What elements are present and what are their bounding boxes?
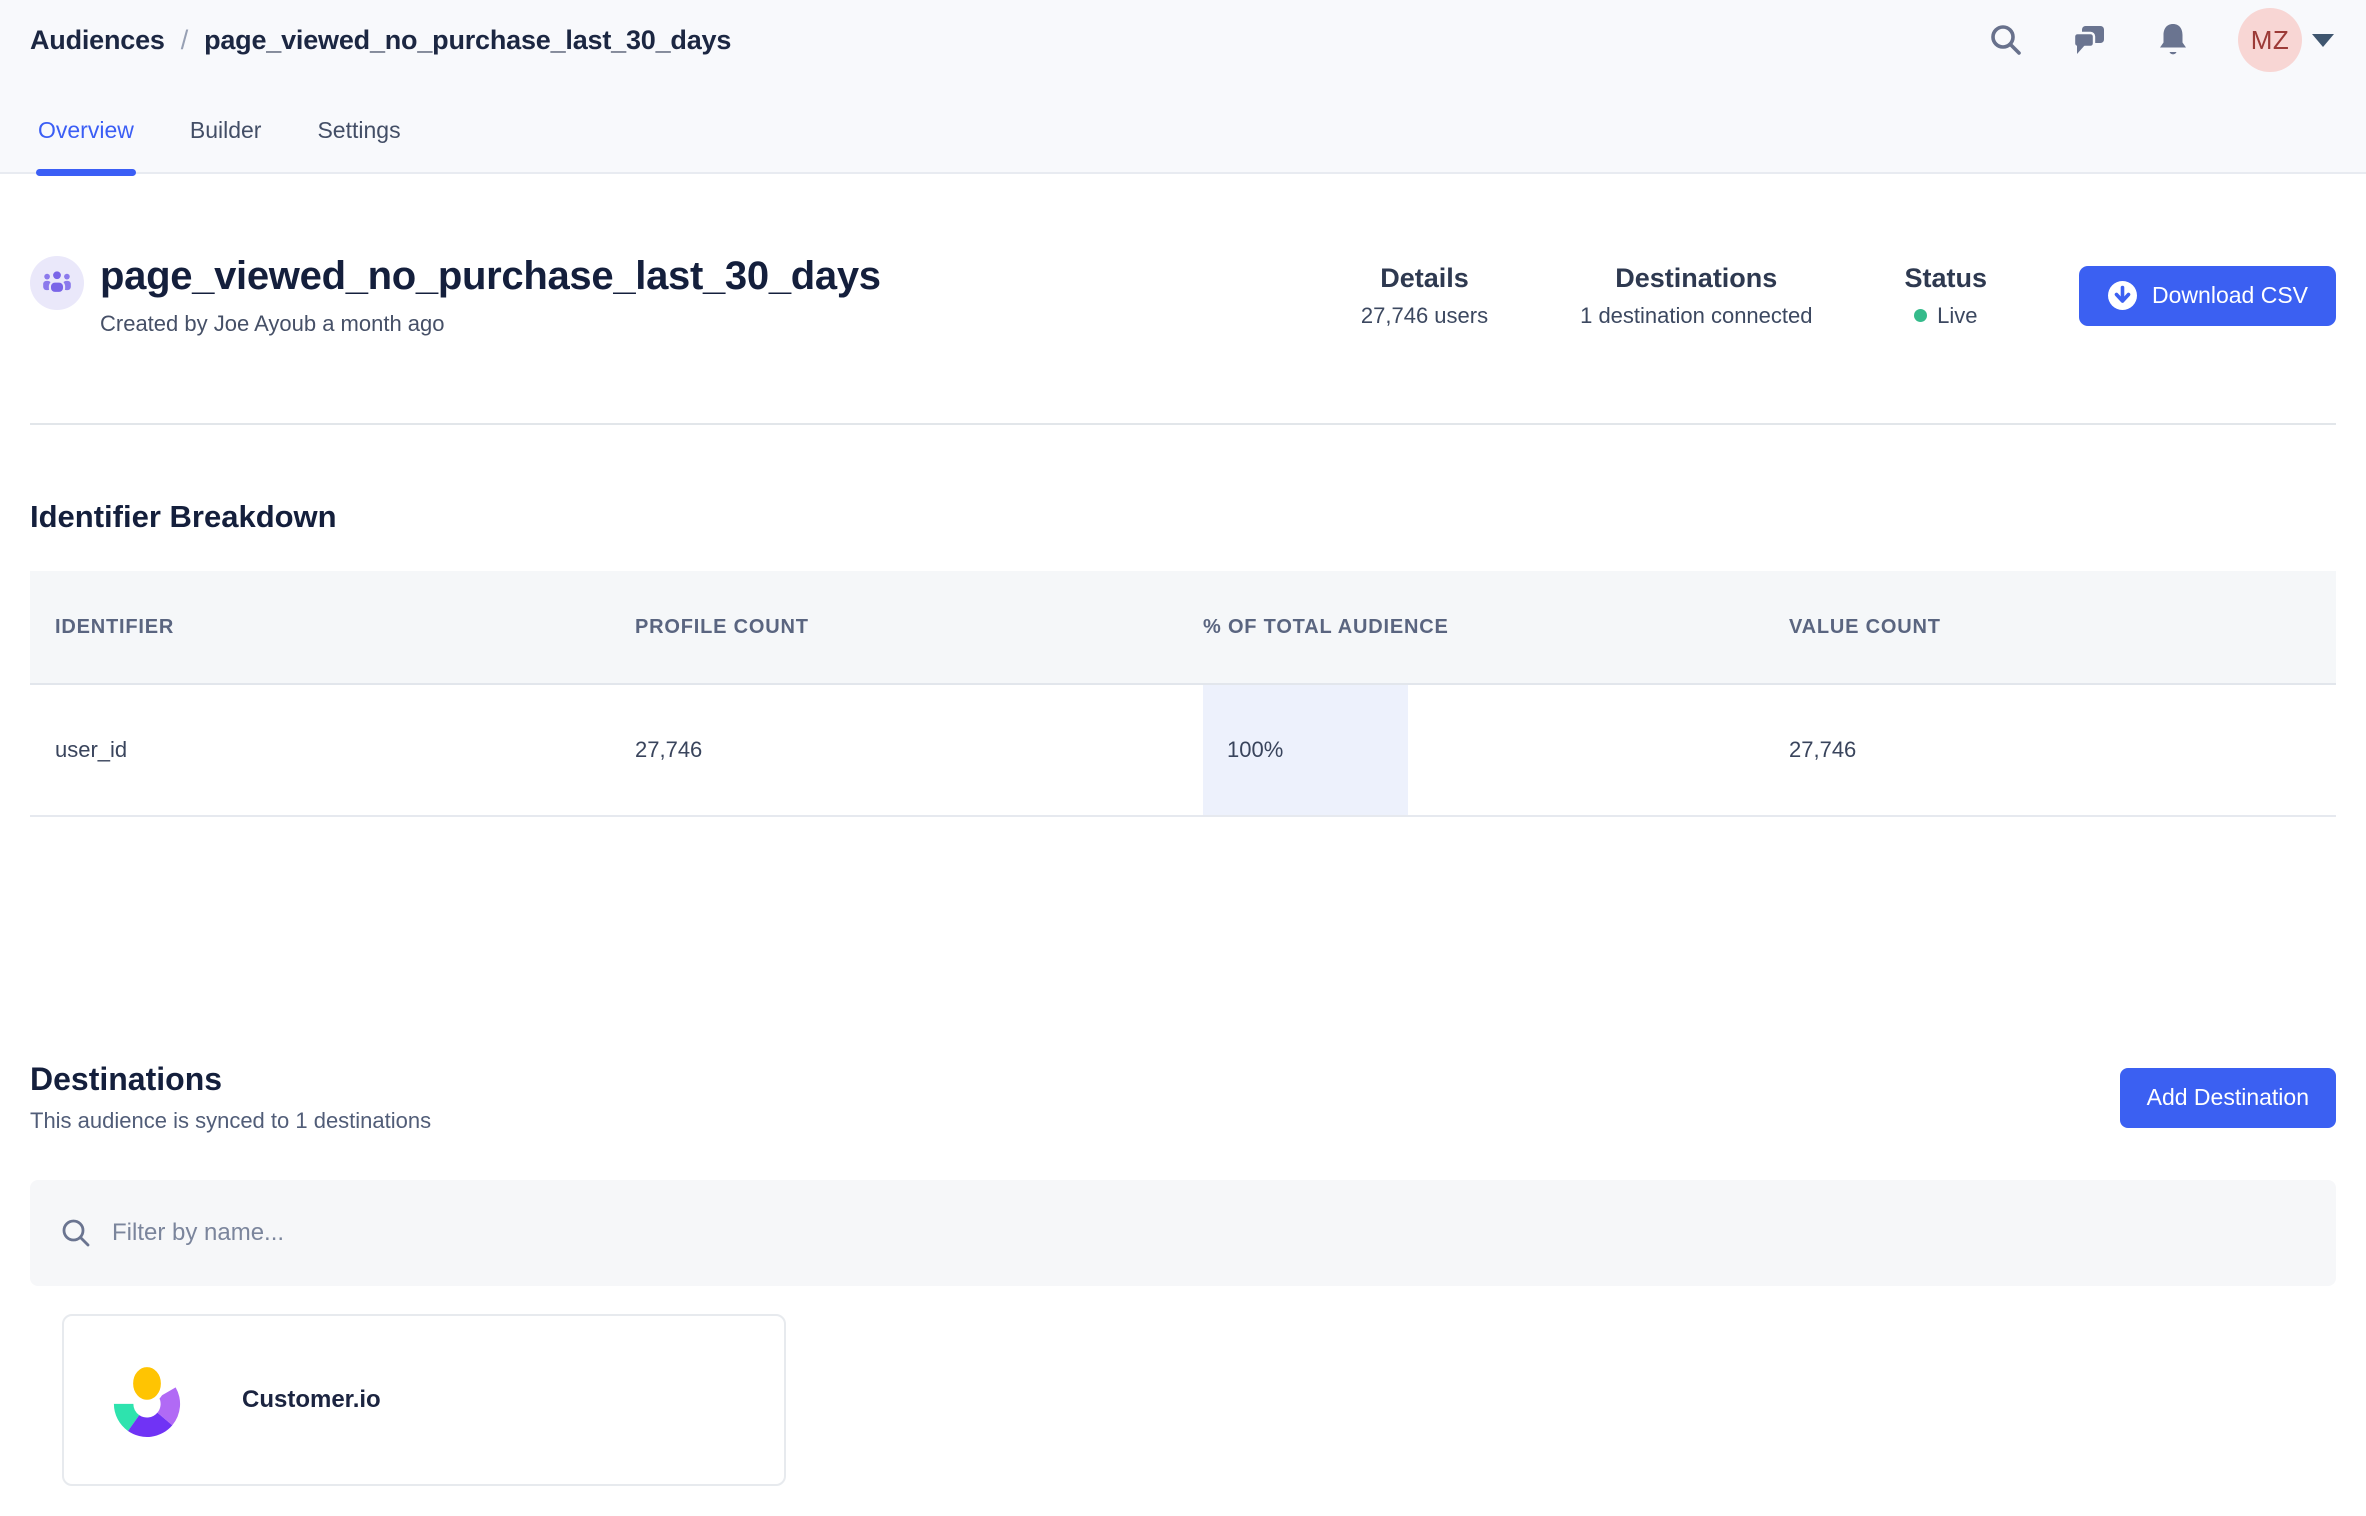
destination-card-customerio[interactable]: Customer.io [62,1314,786,1486]
tab-label: Settings [317,117,400,144]
column-header-profile-count: PROFILE COUNT [610,571,1178,683]
add-destination-button[interactable]: Add Destination [2120,1068,2336,1128]
destination-name: Customer.io [242,1386,381,1414]
tab-overview[interactable]: Overview [36,80,136,174]
bell-icon[interactable] [2154,21,2192,59]
tab-label: Overview [38,117,134,144]
table-row: user_id 27,746 100% 27,746 [30,685,2336,817]
cell-profile-count: 27,746 [610,685,1178,815]
search-icon [60,1217,92,1249]
column-header-pct-of-total: % OF TOTAL AUDIENCE [1178,571,1764,683]
stat-label: Details [1361,263,1488,294]
breadcrumb-audiences-link[interactable]: Audiences [30,25,165,56]
chat-icon[interactable] [2070,21,2108,59]
filter-bar[interactable] [30,1180,2336,1286]
stat-status: Status Live [1905,263,1988,329]
pct-highlight-bar: 100% [1203,685,1408,815]
tab-builder[interactable]: Builder [188,80,264,174]
tab-settings[interactable]: Settings [315,80,402,174]
circle-arrow-down-icon [2107,280,2138,311]
cell-value-count: 27,746 [1764,685,2336,815]
status-badge: Live [1937,303,1977,329]
column-header-identifier: IDENTIFIER [30,571,610,683]
created-by-text: Created by Joe Ayoub a month ago [100,311,881,337]
destinations-title: Destinations [30,1061,431,1098]
stat-label: Status [1905,263,1988,294]
top-navigation-band: Audiences / page_viewed_no_purchase_last… [0,0,2366,174]
stat-value: 27,746 users [1361,303,1488,329]
avatar[interactable]: MZ [2238,8,2302,72]
stat-value: 1 destination connected [1580,303,1812,329]
stat-destinations: Destinations 1 destination connected [1580,263,1812,329]
breadcrumb-separator: / [181,25,188,56]
cell-pct-of-total: 100% [1178,685,1764,815]
add-destination-label: Add Destination [2147,1084,2309,1111]
page-title: page_viewed_no_purchase_last_30_days [100,254,881,299]
identifier-breakdown-section: Identifier Breakdown IDENTIFIER PROFILE … [30,499,2336,817]
download-csv-button[interactable]: Download CSV [2079,266,2336,326]
breadcrumb: Audiences / page_viewed_no_purchase_last… [30,25,731,56]
tab-bar: Overview Builder Settings [0,80,2366,174]
search-icon[interactable] [1988,22,2024,58]
status-live-dot [1914,309,1927,322]
cell-identifier: user_id [30,685,610,815]
chevron-down-icon[interactable] [2312,34,2334,47]
stat-details: Details 27,746 users [1361,263,1488,329]
destinations-section: Destinations This audience is synced to … [30,1061,2336,1486]
stat-label: Destinations [1580,263,1812,294]
download-csv-label: Download CSV [2152,282,2308,309]
table-header: IDENTIFIER PROFILE COUNT % OF TOTAL AUDI… [30,571,2336,685]
breadcrumb-current-page: page_viewed_no_purchase_last_30_days [204,25,731,56]
tab-label: Builder [190,117,262,144]
filter-by-name-input[interactable] [112,1219,2306,1247]
destinations-subtitle: This audience is synced to 1 destination… [30,1108,431,1134]
identifier-breakdown-title: Identifier Breakdown [30,499,2336,535]
column-header-value-count: VALUE COUNT [1764,571,2336,683]
avatar-initials: MZ [2251,25,2290,56]
audience-header: page_viewed_no_purchase_last_30_days Cre… [30,174,2336,425]
people-group-icon [30,256,84,310]
customerio-logo [110,1363,184,1437]
